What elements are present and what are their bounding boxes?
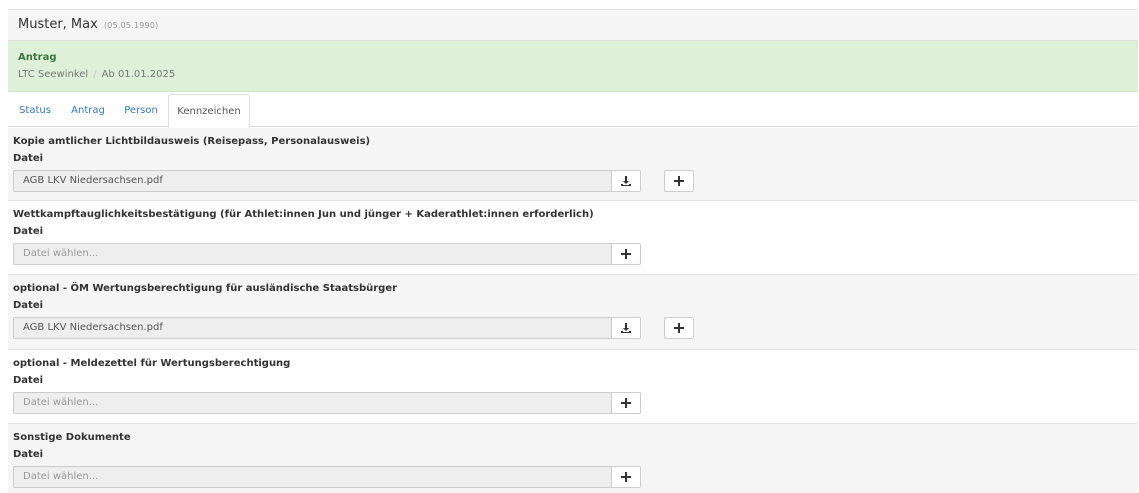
tab-person[interactable]: Person (114, 94, 168, 127)
field-label: Datei (13, 449, 44, 460)
section-title: Wettkampftauglichkeitsbestätigung (für A… (13, 209, 594, 220)
document-section: Sonstige Dokumente Datei Datei wählen... (8, 424, 1138, 493)
download-button[interactable] (611, 170, 641, 192)
plus-icon (621, 249, 631, 259)
download-icon (621, 176, 631, 186)
document-section: Kopie amtlicher Lichtbildausweis (Reisep… (8, 128, 1138, 201)
tab-bar: Status Antrag Person Kennzeichen (8, 94, 1138, 128)
tab-status[interactable]: Status (8, 94, 62, 127)
tab-antrag[interactable]: Antrag (62, 94, 114, 127)
application-info-box: Antrag LTC Seewinkel / Ab 01.01.2025 (8, 41, 1138, 92)
section-title: optional - ÖM Wertungsberechtigung für a… (13, 283, 398, 294)
plus-icon (621, 472, 631, 482)
add-file-button[interactable] (611, 243, 641, 265)
field-label: Datei (13, 226, 44, 237)
field-label: Datei (13, 300, 44, 311)
section-title: optional - Meldezettel für Wertungsberec… (13, 358, 291, 369)
application-breadcrumb: LTC Seewinkel / Ab 01.01.2025 (18, 69, 175, 80)
file-input[interactable]: Datei wählen... (13, 243, 613, 265)
file-input[interactable]: Datei wählen... (13, 392, 613, 414)
field-label: Datei (13, 375, 44, 386)
add-file-button[interactable] (664, 170, 694, 192)
breadcrumb-separator: / (93, 69, 97, 80)
section-title: Sonstige Dokumente (13, 432, 131, 443)
download-icon (621, 323, 631, 333)
section-title: Kopie amtlicher Lichtbildausweis (Reisep… (13, 136, 371, 147)
add-file-button[interactable] (611, 392, 641, 414)
plus-icon (674, 323, 684, 333)
valid-from: Ab 01.01.2025 (101, 69, 176, 80)
person-birthdate: (05.05.1990) (103, 21, 159, 30)
club-name: LTC Seewinkel (18, 69, 89, 80)
add-file-button[interactable] (664, 317, 694, 339)
file-input[interactable]: Datei wählen... (13, 466, 613, 488)
download-button[interactable] (611, 317, 641, 339)
plus-icon (621, 398, 631, 408)
file-input[interactable]: AGB LKV Niedersachsen.pdf (13, 317, 613, 339)
person-name-text: Muster, Max (18, 17, 98, 32)
application-title: Antrag (18, 52, 57, 63)
file-input[interactable]: AGB LKV Niedersachsen.pdf (13, 170, 613, 192)
tab-kennzeichen[interactable]: Kennzeichen (168, 94, 250, 128)
add-file-button[interactable] (611, 466, 641, 488)
field-label: Datei (13, 153, 44, 164)
panel-header: Muster, Max (05.05.1990) (8, 9, 1138, 41)
person-name: Muster, Max (05.05.1990) (18, 17, 158, 32)
document-section: Wettkampftauglichkeitsbestätigung (für A… (8, 201, 1138, 275)
plus-icon (674, 176, 684, 186)
document-section: optional - Meldezettel für Wertungsberec… (8, 350, 1138, 424)
document-section: optional - ÖM Wertungsberechtigung für a… (8, 275, 1138, 350)
applicant-panel: Muster, Max (05.05.1990) Antrag LTC Seew… (8, 9, 1138, 493)
